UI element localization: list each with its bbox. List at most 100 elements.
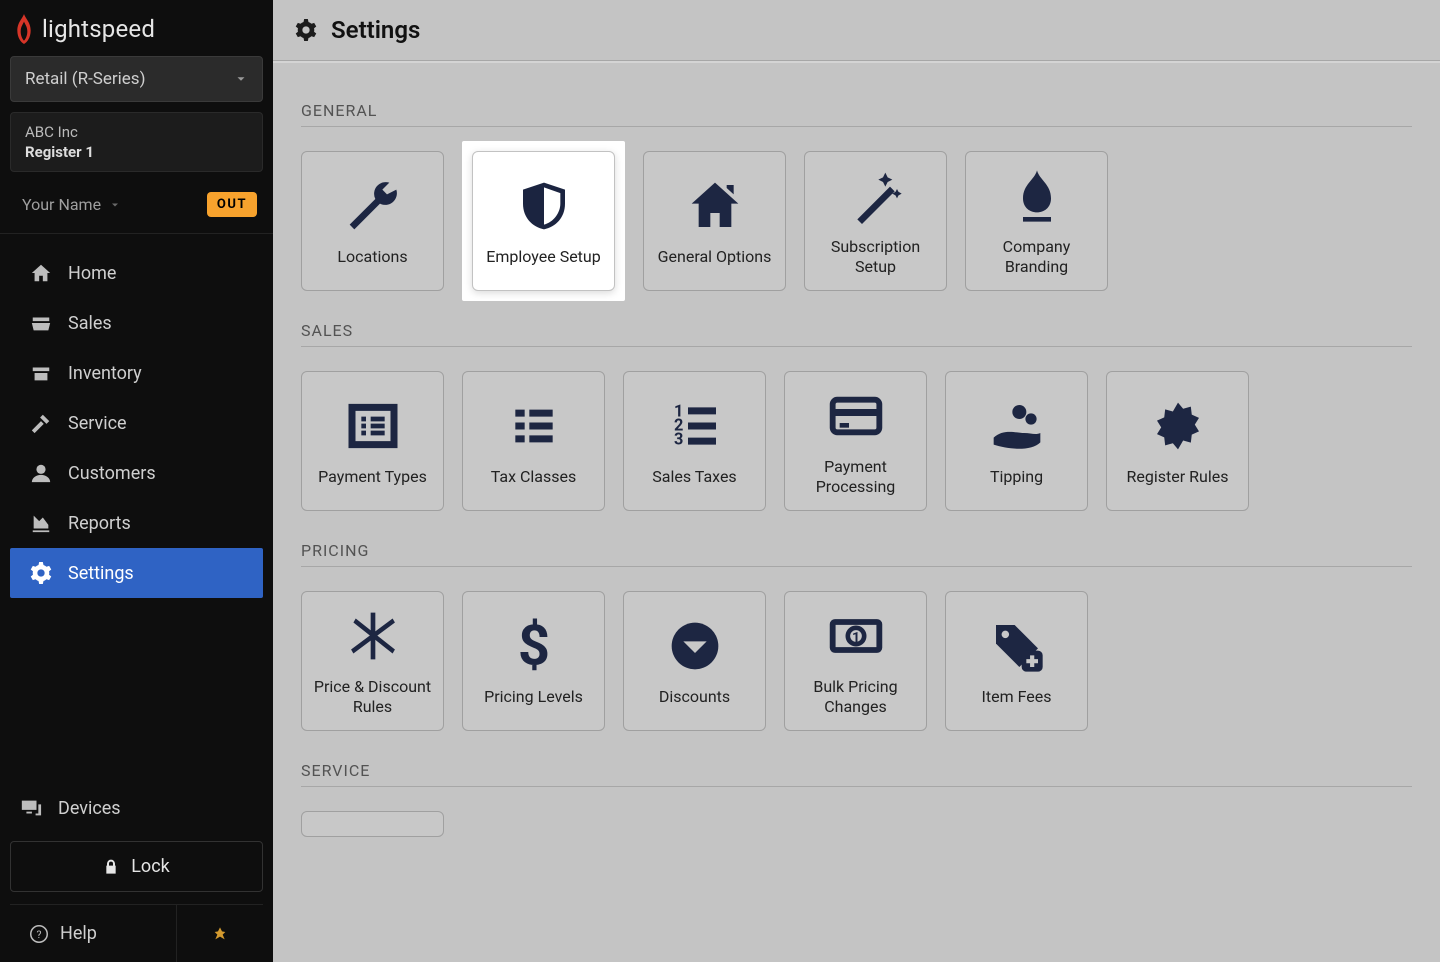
- lock-icon: [103, 859, 119, 875]
- tile-highlight-wrap: Employee Setup: [462, 141, 625, 301]
- nav-sales[interactable]: Sales: [10, 298, 263, 348]
- user-name: Your Name: [22, 195, 101, 214]
- section-pricing-label: PRICING: [301, 511, 1412, 567]
- nav-label: Inventory: [68, 363, 142, 384]
- nav-reports[interactable]: Reports: [10, 498, 263, 548]
- tile-label: Tax Classes: [491, 467, 577, 487]
- section-service-tiles: [301, 811, 1412, 837]
- tile-discounts[interactable]: Discounts: [623, 591, 766, 731]
- product-name: Retail (R-Series): [25, 69, 146, 89]
- shield-icon: [516, 178, 572, 234]
- tile-pricing-levels[interactable]: $ Pricing Levels: [462, 591, 605, 731]
- tile-label: Pricing Levels: [484, 687, 583, 707]
- tile-label: Locations: [337, 247, 407, 267]
- tile-label: Discounts: [659, 687, 730, 707]
- tile-tax-classes[interactable]: Tax Classes: [462, 371, 605, 511]
- tile-bulk-pricing-changes[interactable]: 1 Bulk Pricing Changes: [784, 591, 927, 731]
- nav-label: Devices: [58, 798, 121, 819]
- section-sales-tiles: Payment Types Tax Classes 123 Sales Taxe…: [301, 371, 1412, 511]
- user-row: Your Name OUT: [0, 182, 273, 234]
- tag-plus-icon: [989, 618, 1045, 674]
- wrench-icon: [345, 178, 401, 234]
- tile-item-fees[interactable]: Item Fees: [945, 591, 1088, 731]
- tile-employee-setup[interactable]: Employee Setup: [472, 151, 615, 291]
- nav-service[interactable]: Service: [10, 398, 263, 448]
- tile-partial[interactable]: [301, 811, 444, 837]
- help-label: Help: [60, 923, 97, 944]
- sidebar: lightspeed Retail (R-Series) ABC Inc Reg…: [0, 0, 273, 962]
- company-register-box[interactable]: ABC Inc Register 1: [10, 112, 263, 172]
- section-general-label: GENERAL: [301, 71, 1412, 127]
- devices-icon: [20, 797, 42, 819]
- tile-label: Employee Setup: [486, 247, 600, 267]
- nav-label: Reports: [68, 513, 131, 534]
- flame-stand-icon: [1009, 168, 1065, 224]
- nav-settings[interactable]: Settings: [10, 548, 263, 598]
- user-icon: [30, 462, 52, 484]
- tile-label: Price & Discount Rules: [312, 677, 433, 717]
- tile-general-options[interactable]: General Options: [643, 151, 786, 291]
- tile-label: Payment Types: [318, 467, 427, 487]
- home-icon: [30, 262, 52, 284]
- nav-label: Customers: [68, 463, 156, 484]
- brand-logo: lightspeed: [0, 0, 273, 56]
- list-icon: [506, 398, 562, 454]
- tile-label: Subscription Setup: [815, 237, 936, 277]
- tile-payment-types[interactable]: Payment Types: [301, 371, 444, 511]
- pin-button[interactable]: [177, 905, 263, 962]
- primary-nav: Home Sales Inventory Service Customers R…: [0, 234, 273, 773]
- user-menu[interactable]: Your Name: [22, 195, 121, 214]
- svg-text:$: $: [517, 618, 549, 674]
- nav-customers[interactable]: Customers: [10, 448, 263, 498]
- help-button[interactable]: ? Help: [10, 905, 177, 962]
- tile-payment-processing[interactable]: Payment Processing: [784, 371, 927, 511]
- brand-name: lightspeed: [42, 15, 155, 43]
- tile-label: Company Branding: [976, 237, 1097, 277]
- numbered-list-icon: 123: [667, 398, 723, 454]
- nav-label: Sales: [68, 313, 112, 334]
- wand-icon: [848, 168, 904, 224]
- gear-icon: [295, 19, 317, 41]
- tile-tipping[interactable]: Tipping: [945, 371, 1088, 511]
- tile-label: Bulk Pricing Changes: [795, 677, 916, 717]
- tile-price-discount-rules[interactable]: Price & Discount Rules: [301, 591, 444, 731]
- svg-text:?: ?: [37, 927, 42, 940]
- gear-icon: [30, 562, 52, 584]
- house-icon: [687, 178, 743, 234]
- svg-text:3: 3: [674, 430, 683, 449]
- settings-content: GENERAL Locations Employee Setup General…: [273, 61, 1440, 867]
- tile-sales-taxes[interactable]: 123 Sales Taxes: [623, 371, 766, 511]
- company-name: ABC Inc: [25, 123, 248, 141]
- tile-company-branding[interactable]: Company Branding: [965, 151, 1108, 291]
- nav-label: Settings: [68, 563, 134, 584]
- pin-icon: [212, 926, 228, 942]
- flame-icon: [14, 14, 34, 44]
- tile-label: Sales Taxes: [652, 467, 736, 487]
- product-selector[interactable]: Retail (R-Series): [10, 56, 263, 102]
- nav-label: Service: [68, 413, 127, 434]
- bill-icon: 1: [828, 608, 884, 664]
- tile-register-rules[interactable]: Register Rules: [1106, 371, 1249, 511]
- tile-label: Tipping: [990, 467, 1043, 487]
- tile-subscription-setup[interactable]: Subscription Setup: [804, 151, 947, 291]
- tile-locations[interactable]: Locations: [301, 151, 444, 291]
- nav-inventory[interactable]: Inventory: [10, 348, 263, 398]
- chevron-down-icon: [109, 199, 121, 211]
- list-box-icon: [345, 398, 401, 454]
- section-pricing-tiles: Price & Discount Rules $ Pricing Levels …: [301, 591, 1412, 731]
- lock-button[interactable]: Lock: [10, 841, 263, 892]
- nav-home[interactable]: Home: [10, 248, 263, 298]
- credit-card-icon: [828, 388, 884, 444]
- nav-devices[interactable]: Devices: [10, 783, 263, 833]
- help-bar: ? Help: [10, 904, 263, 962]
- hand-coins-icon: [989, 398, 1045, 454]
- chart-icon: [30, 512, 52, 534]
- tile-label: General Options: [658, 247, 772, 267]
- status-badge[interactable]: OUT: [207, 192, 257, 217]
- chevron-circle-down-icon: [667, 618, 723, 674]
- seal-icon: [1150, 398, 1206, 454]
- page-title: Settings: [331, 16, 420, 44]
- lock-label: Lock: [131, 856, 170, 877]
- main-content: Settings GENERAL Locations Employee Setu…: [273, 0, 1440, 962]
- box-icon: [30, 362, 52, 384]
